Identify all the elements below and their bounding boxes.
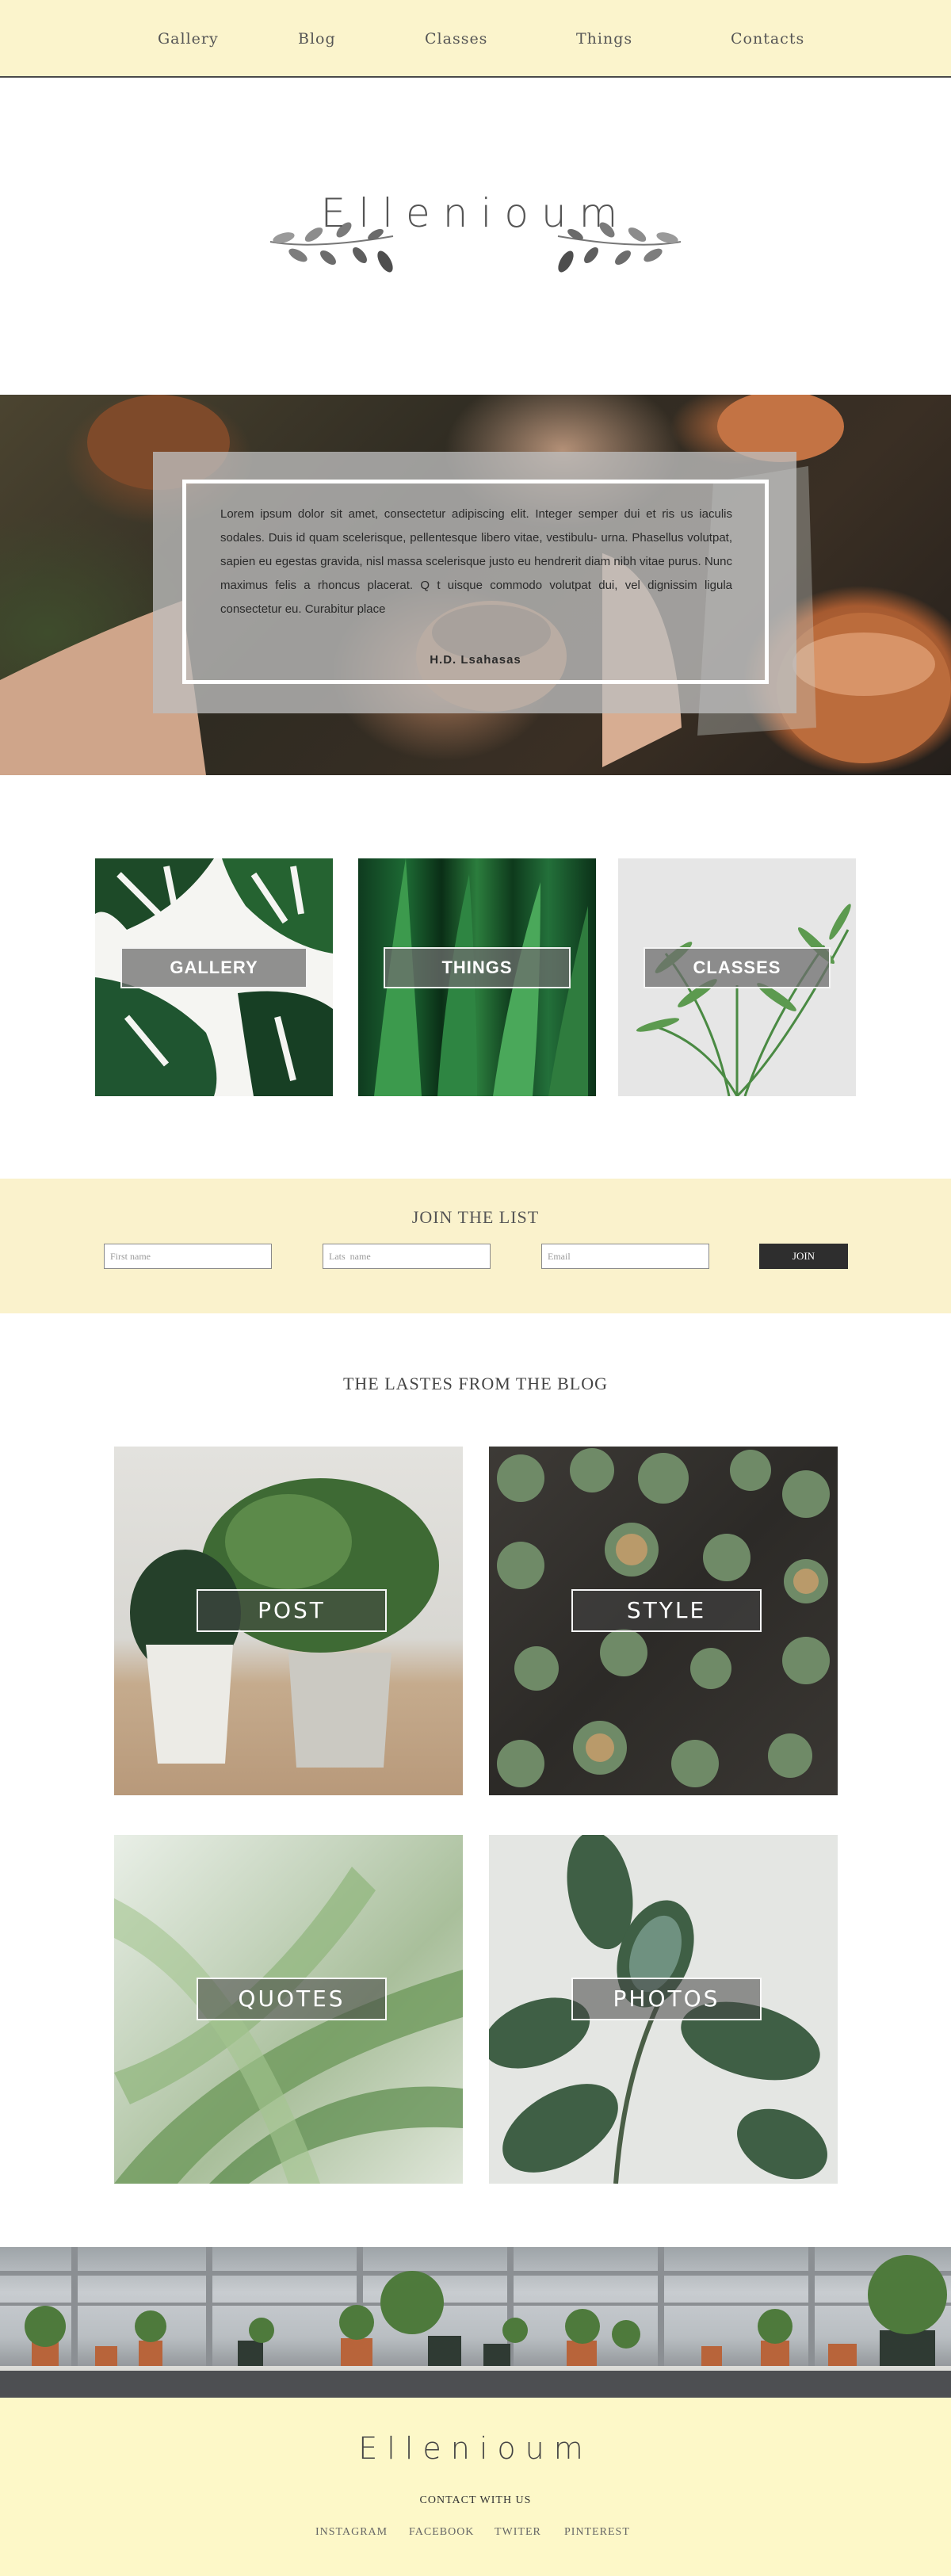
join-list-section: JOIN THE LIST JOIN [0, 1179, 951, 1313]
plants-shelf-banner [0, 2247, 951, 2398]
social-link-pinterest[interactable]: PINTEREST [564, 2526, 630, 2539]
blog-card-photos-label: PHOTOS [571, 1978, 762, 2020]
email-field[interactable] [541, 1244, 709, 1269]
join-list-title: JOIN THE LIST [411, 1207, 540, 1227]
hero-quote: Lorem ipsum dolor sit amet, consectetur … [220, 507, 732, 616]
join-button[interactable]: JOIN [759, 1244, 848, 1269]
footer: Ellenioum CONTACT WITH US INSTAGRAM FACE… [0, 2398, 951, 2576]
tile-classes[interactable]: CLASSES [618, 858, 856, 1096]
blog-card-quotes-label: QUOTES [197, 1978, 387, 2020]
blog-section-title: THE LASTES FROM THE BLOG [342, 1374, 609, 1393]
blog-card-photos[interactable]: PHOTOS [489, 1835, 838, 2184]
top-nav: Gallery Blog Classes Things Contacts [0, 0, 951, 78]
nav-item-classes[interactable]: Classes [425, 30, 487, 48]
brand-wordmark: Ellenioum [320, 190, 631, 236]
blog-card-style-label: STYLE [571, 1589, 762, 1632]
blog-card-style[interactable]: STYLE [489, 1447, 838, 1795]
social-link-twitter[interactable]: TWITER [495, 2526, 541, 2539]
window-shelf-image [0, 2247, 951, 2398]
nav-item-gallery[interactable]: Gallery [158, 30, 219, 48]
social-link-instagram[interactable]: INSTAGRAM [315, 2526, 388, 2539]
hero-banner: Lorem ipsum dolor sit amet, consectetur … [0, 395, 951, 775]
nav-item-things[interactable]: Things [576, 30, 632, 48]
tile-things-label: THINGS [384, 947, 571, 988]
tile-gallery-label: GALLERY [120, 947, 307, 988]
social-link-facebook[interactable]: FACEBOOK [409, 2526, 474, 2539]
tile-classes-label: CLASSES [644, 947, 831, 988]
footer-wordmark: Ellenioum [358, 2431, 593, 2466]
nav-item-blog[interactable]: Blog [298, 30, 336, 48]
tile-gallery[interactable]: GALLERY [95, 858, 333, 1096]
last-name-field[interactable] [323, 1244, 491, 1269]
blog-card-quotes[interactable]: QUOTES [114, 1835, 463, 2184]
tile-things[interactable]: THINGS [358, 858, 596, 1096]
brand-logo[interactable]: Ellenioum [262, 182, 689, 285]
footer-contact-heading: CONTACT WITH US [419, 2494, 532, 2506]
quote-author: H.D. Lsahasas [430, 653, 521, 667]
first-name-field[interactable] [104, 1244, 272, 1269]
blog-card-post-label: POST [197, 1589, 387, 1632]
nav-item-contacts[interactable]: Contacts [731, 30, 804, 48]
blog-card-post[interactable]: POST [114, 1447, 463, 1795]
